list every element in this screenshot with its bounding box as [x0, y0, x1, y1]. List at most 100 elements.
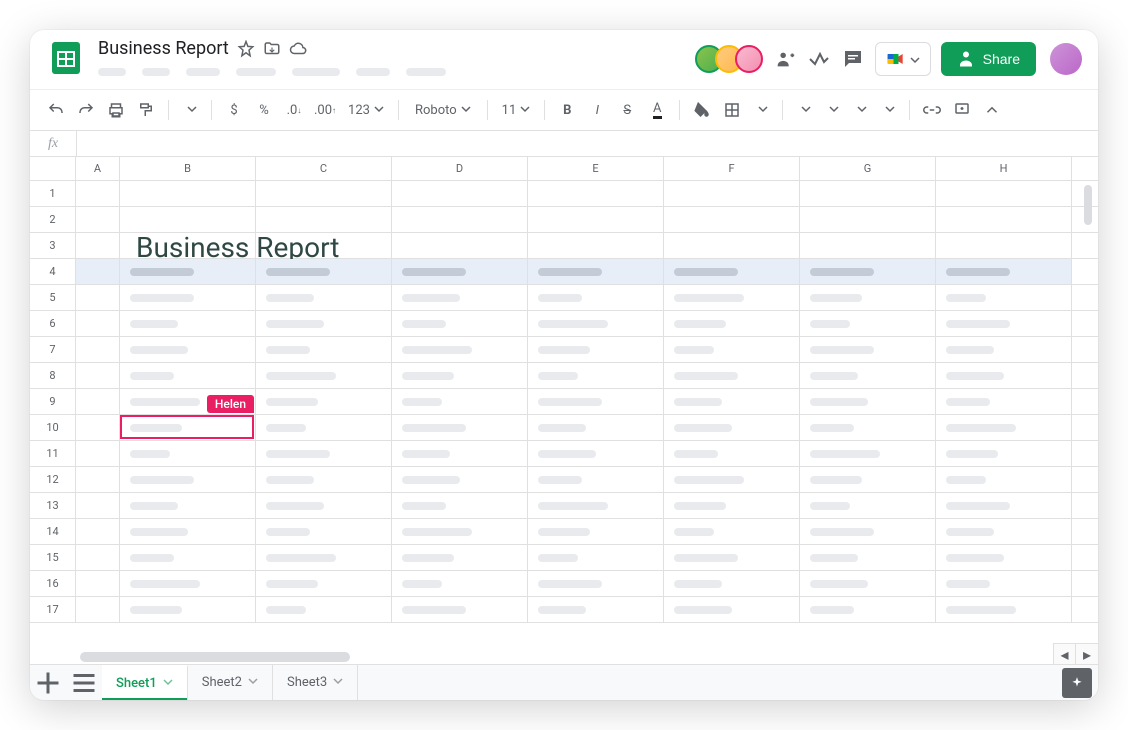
cell[interactable] — [76, 311, 120, 336]
cell[interactable] — [256, 207, 392, 232]
cell[interactable] — [664, 363, 800, 388]
column-header[interactable]: G — [800, 157, 936, 180]
currency-icon[interactable]: $ — [220, 96, 248, 124]
cell[interactable] — [76, 493, 120, 518]
cell[interactable] — [936, 519, 1072, 544]
cell[interactable] — [800, 389, 936, 414]
cell[interactable] — [936, 233, 1072, 258]
cell[interactable] — [392, 597, 528, 622]
cell[interactable] — [528, 337, 664, 362]
cell[interactable] — [120, 415, 256, 440]
cell[interactable] — [76, 181, 120, 206]
chevron-down-icon[interactable] — [163, 676, 173, 691]
text-rotation-dropdown[interactable] — [875, 96, 901, 124]
cell[interactable] — [936, 467, 1072, 492]
cell[interactable] — [120, 363, 256, 388]
row-header[interactable]: 13 — [30, 493, 76, 518]
cell[interactable] — [936, 597, 1072, 622]
cell[interactable] — [256, 389, 392, 414]
fill-color-icon[interactable] — [688, 96, 716, 124]
cell[interactable] — [120, 493, 256, 518]
column-header[interactable]: H — [936, 157, 1072, 180]
cell[interactable] — [76, 545, 120, 570]
cell[interactable] — [528, 311, 664, 336]
cell[interactable] — [392, 519, 528, 544]
cell[interactable] — [800, 363, 936, 388]
cell[interactable] — [256, 441, 392, 466]
cell[interactable] — [664, 597, 800, 622]
cell[interactable] — [120, 337, 256, 362]
cell[interactable] — [528, 571, 664, 596]
cell[interactable] — [120, 467, 256, 492]
column-header[interactable]: E — [528, 157, 664, 180]
cell[interactable] — [800, 545, 936, 570]
column-header[interactable]: D — [392, 157, 528, 180]
cell[interactable] — [936, 363, 1072, 388]
cell[interactable] — [528, 467, 664, 492]
row-header[interactable]: 4 — [30, 259, 76, 284]
cell[interactable] — [120, 597, 256, 622]
activity-icon[interactable] — [807, 47, 831, 71]
cell[interactable] — [800, 259, 936, 284]
row-header[interactable]: 9 — [30, 389, 76, 414]
cell[interactable] — [800, 233, 936, 258]
chevron-down-icon[interactable] — [248, 675, 258, 690]
font-family-dropdown[interactable]: Roboto — [407, 96, 479, 124]
cell[interactable] — [120, 519, 256, 544]
cell[interactable] — [120, 285, 256, 310]
cell[interactable] — [528, 597, 664, 622]
cell[interactable] — [664, 389, 800, 414]
cell[interactable] — [120, 545, 256, 570]
cell[interactable] — [392, 493, 528, 518]
cell[interactable] — [664, 415, 800, 440]
table-row[interactable]: 1 — [30, 181, 1098, 207]
cell[interactable] — [664, 233, 800, 258]
cell[interactable] — [936, 337, 1072, 362]
cell[interactable] — [664, 311, 800, 336]
table-row[interactable]: 9 — [30, 389, 1098, 415]
chevron-down-icon[interactable] — [333, 675, 343, 690]
increase-decimal-icon[interactable]: .00↑ — [310, 96, 340, 124]
cell[interactable] — [936, 285, 1072, 310]
horizontal-align-dropdown[interactable] — [791, 96, 817, 124]
row-header[interactable]: 11 — [30, 441, 76, 466]
column-header[interactable]: F — [664, 157, 800, 180]
cell[interactable] — [664, 571, 800, 596]
cell[interactable] — [120, 181, 256, 206]
cell[interactable] — [528, 233, 664, 258]
collapse-toolbar-icon[interactable] — [978, 96, 1006, 124]
cell[interactable] — [800, 519, 936, 544]
cell[interactable] — [664, 207, 800, 232]
cell[interactable] — [800, 337, 936, 362]
sheet-tab[interactable]: Sheet3 — [273, 665, 358, 700]
row-header[interactable]: 6 — [30, 311, 76, 336]
add-sheet-icon[interactable] — [30, 665, 66, 701]
cell[interactable] — [936, 389, 1072, 414]
cell[interactable] — [936, 493, 1072, 518]
paint-format-icon[interactable] — [132, 96, 160, 124]
cell[interactable] — [800, 597, 936, 622]
cell[interactable] — [800, 415, 936, 440]
star-icon[interactable] — [237, 40, 255, 58]
cell[interactable] — [936, 181, 1072, 206]
insert-link-icon[interactable] — [918, 96, 946, 124]
cell[interactable] — [76, 285, 120, 310]
cell[interactable] — [392, 415, 528, 440]
cell[interactable] — [936, 441, 1072, 466]
table-row[interactable]: 3 — [30, 233, 1098, 259]
sheets-logo-icon[interactable] — [46, 38, 86, 78]
cell[interactable] — [528, 441, 664, 466]
account-avatar[interactable] — [1050, 43, 1082, 75]
row-header[interactable]: 3 — [30, 233, 76, 258]
italic-icon[interactable]: I — [583, 96, 611, 124]
vertical-align-dropdown[interactable] — [819, 96, 845, 124]
cell[interactable] — [800, 467, 936, 492]
cell[interactable] — [392, 467, 528, 492]
meet-button[interactable] — [875, 42, 931, 76]
cell[interactable] — [664, 467, 800, 492]
cell[interactable] — [256, 493, 392, 518]
cell[interactable] — [76, 259, 120, 284]
strikethrough-icon[interactable]: S — [613, 96, 641, 124]
font-size-dropdown[interactable]: 11 — [496, 96, 537, 124]
cell[interactable] — [392, 545, 528, 570]
